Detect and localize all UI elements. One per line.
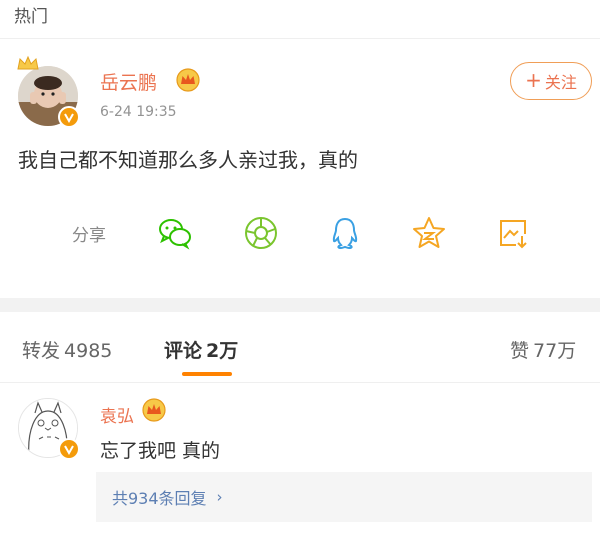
follow-button[interactable]: + 关注 — [510, 62, 592, 100]
comment-username[interactable]: 袁弘 — [100, 402, 134, 427]
chevron-right-icon: › — [216, 488, 223, 506]
vip-crown-icon — [176, 68, 200, 92]
post-username[interactable]: 岳云鹏 — [100, 68, 157, 95]
qzone-star-icon[interactable] — [410, 214, 448, 252]
plus-icon: + — [525, 68, 542, 92]
view-replies-button[interactable]: 共934条回复 › — [96, 472, 592, 522]
tab-repost-count: 4985 — [64, 340, 113, 362]
section-separator — [0, 298, 600, 312]
tab-like-label: 赞 — [510, 340, 530, 362]
tab-comment-label: 评论 — [164, 340, 203, 362]
crown-icon — [17, 55, 39, 70]
save-image-icon[interactable] — [494, 214, 532, 252]
divider — [0, 382, 600, 383]
verified-badge-icon — [58, 106, 80, 128]
comment-text: 忘了我吧 真的 — [100, 440, 221, 462]
section-label-hot: 热门 — [14, 7, 48, 27]
active-tab-indicator — [182, 372, 232, 376]
vip-crown-icon — [142, 398, 166, 422]
tab-repost-label: 转发 — [22, 340, 61, 362]
verified-badge-icon — [58, 438, 80, 460]
divider — [0, 38, 600, 39]
post-timestamp: 6-24 19:35 — [100, 104, 177, 120]
tab-like-count: 77万 — [533, 340, 577, 362]
tab-repost[interactable]: 转发 4985 — [22, 336, 112, 363]
follow-label: 关注 — [544, 73, 577, 92]
tab-like[interactable]: 赞 77万 — [510, 336, 576, 363]
qq-icon[interactable] — [326, 214, 364, 252]
wechat-icon[interactable] — [156, 214, 194, 252]
replies-count-label: 共934条回复 — [112, 489, 207, 508]
moments-icon[interactable] — [242, 214, 280, 252]
post-text: 我自己都不知道那么多人亲过我，真的 — [18, 148, 358, 172]
tab-comment[interactable]: 评论 2万 — [164, 336, 238, 363]
share-label: 分享 — [72, 226, 106, 246]
tab-comment-count: 2万 — [206, 340, 239, 362]
